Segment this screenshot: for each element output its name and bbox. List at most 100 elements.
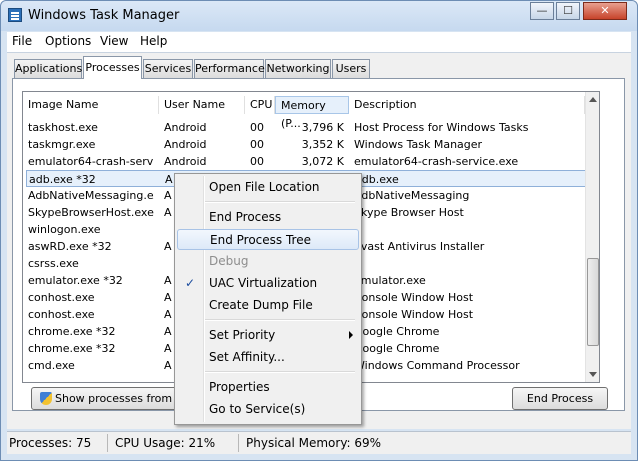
menu-separator xyxy=(205,201,355,203)
menu-item-label: Open File Location xyxy=(209,180,320,194)
cell-image-name: taskmgr.exe xyxy=(28,138,96,151)
menu-file[interactable]: File xyxy=(12,34,32,48)
cell-memory: 3,072 K xyxy=(301,155,344,168)
menu-item-label: Properties xyxy=(209,380,270,394)
cell-user-name: Android xyxy=(164,121,207,134)
menu-item-label: Set Affinity... xyxy=(209,350,285,364)
cell-image-name: adb.exe *32 xyxy=(29,173,96,186)
cell-description: adb.exe xyxy=(355,173,399,186)
cell-image-name: SkypeBrowserHost.exe... xyxy=(28,206,154,219)
menu-separator xyxy=(205,371,355,373)
cell-image-name: emulator64-crash-servi... xyxy=(28,155,154,168)
cell-image-name: chrome.exe *32 xyxy=(28,325,116,338)
context-menu: Open File Location End Process End Proce… xyxy=(174,173,362,425)
status-cpu-usage: CPU Usage: 21% xyxy=(113,434,239,452)
tab-applications[interactable]: Applications xyxy=(14,59,82,78)
cell-cpu: 00 xyxy=(250,121,264,134)
tab-processes[interactable]: Processes xyxy=(83,56,142,79)
menu-item-debug: Debug xyxy=(177,251,359,272)
cell-description: Host Process for Windows Tasks xyxy=(354,121,529,134)
tab-networking[interactable]: Networking xyxy=(265,59,331,78)
column-header-user-name[interactable]: User Name xyxy=(159,96,245,114)
cell-user-name: Android xyxy=(164,138,207,151)
menu-item-create-dump-file[interactable]: Create Dump File xyxy=(177,295,359,316)
cell-image-name: emulator.exe *32 xyxy=(28,274,123,287)
menu-item-label: End Process Tree xyxy=(210,233,311,247)
table-row[interactable]: taskhost.exe Android 00 3,796 K Host Pro… xyxy=(23,119,599,136)
cell-description: emulator.exe xyxy=(354,274,426,287)
uac-shield-icon xyxy=(40,392,52,405)
tab-performance[interactable]: Performance xyxy=(194,59,265,78)
close-button[interactable]: ✕ xyxy=(583,2,627,20)
cell-image-name: cmd.exe xyxy=(28,359,75,372)
menu-item-end-process-tree[interactable]: End Process Tree xyxy=(177,229,359,250)
menu-options[interactable]: Options xyxy=(45,34,91,48)
cell-image-name: AdbNativeMessaging.exe xyxy=(28,189,154,202)
cell-description: Google Chrome xyxy=(354,342,440,355)
minimize-button[interactable]: — xyxy=(530,2,554,20)
status-processes: Processes: 75 xyxy=(7,434,108,452)
show-all-processes-button[interactable]: Show processes from all u xyxy=(31,387,177,410)
cell-description: Skype Browser Host xyxy=(354,206,464,219)
menu-item-label: Set Priority xyxy=(209,328,276,342)
task-manager-app-icon xyxy=(8,8,22,22)
window-title: Windows Task Manager xyxy=(28,8,180,23)
column-header-image-name[interactable]: Image Name xyxy=(23,96,159,114)
menu-item-set-priority[interactable]: Set Priority xyxy=(177,325,359,346)
status-bar: Processes: 75 CPU Usage: 21% Physical Me… xyxy=(7,431,631,454)
table-row[interactable]: taskmgr.exe Android 00 3,352 K Windows T… xyxy=(23,136,599,153)
cell-description: Windows Task Manager xyxy=(354,138,483,151)
cell-image-name: csrss.exe xyxy=(28,257,79,270)
scroll-up-arrow-icon[interactable] xyxy=(589,97,597,102)
scroll-down-arrow-icon[interactable] xyxy=(589,372,597,377)
status-physical-memory: Physical Memory: 69% xyxy=(246,436,382,450)
checkmark-icon: ✓ xyxy=(185,276,196,290)
menu-item-uac-virtualization[interactable]: ✓ UAC Virtualization xyxy=(177,273,359,294)
cell-image-name: aswRD.exe *32 xyxy=(28,240,112,253)
scroll-thumb[interactable] xyxy=(587,258,599,346)
cell-image-name: chrome.exe *32 xyxy=(28,342,116,355)
show-all-processes-label: Show processes from all u xyxy=(55,392,176,405)
column-header-description[interactable]: Description xyxy=(349,96,585,114)
cell-image-name: taskhost.exe xyxy=(28,121,98,134)
submenu-arrow-icon xyxy=(349,331,353,339)
maximize-button[interactable]: ☐ xyxy=(556,2,580,20)
table-row[interactable]: emulator64-crash-servi... Android 00 3,0… xyxy=(23,153,599,170)
column-header-cpu[interactable]: CPU xyxy=(245,96,275,114)
menu-item-set-affinity[interactable]: Set Affinity... xyxy=(177,347,359,368)
end-process-button[interactable]: End Process xyxy=(512,387,608,410)
menu-item-label: Create Dump File xyxy=(209,298,313,312)
cell-user-name: Android xyxy=(164,155,207,168)
tab-services[interactable]: Services xyxy=(143,59,193,78)
cell-description: Avast Antivirus Installer xyxy=(354,240,485,253)
cell-description: Console Window Host xyxy=(354,308,474,321)
list-header: Image Name User Name CPU Memory (P... De… xyxy=(23,96,599,130)
column-header-memory[interactable]: Memory (P... xyxy=(275,96,349,130)
title-bar[interactable]: Windows Task Manager — ☐ ✕ xyxy=(1,1,637,31)
cell-cpu: 00 xyxy=(250,155,264,168)
menu-separator xyxy=(205,319,355,321)
cell-memory: 3,796 K xyxy=(301,121,344,134)
menu-item-open-file-location[interactable]: Open File Location xyxy=(177,177,359,198)
cell-description: Windows Command Processor xyxy=(354,359,520,372)
cell-description: AdbNativeMessaging xyxy=(354,189,470,202)
cell-image-name: conhost.exe xyxy=(28,308,95,321)
cell-memory: 3,352 K xyxy=(301,138,344,151)
tab-users[interactable]: Users xyxy=(332,59,370,78)
menu-item-properties[interactable]: Properties xyxy=(177,377,359,398)
menu-item-end-process[interactable]: End Process xyxy=(177,207,359,228)
cell-image-name: conhost.exe xyxy=(28,291,95,304)
menu-item-go-to-services[interactable]: Go to Service(s) xyxy=(177,399,359,420)
cell-image-name: winlogon.exe xyxy=(28,223,101,236)
menu-item-label: Debug xyxy=(209,254,249,268)
menu-item-label: End Process xyxy=(209,210,282,224)
vertical-scrollbar[interactable] xyxy=(585,92,599,382)
menu-bar: File Options View Help xyxy=(7,32,631,53)
menu-item-label: UAC Virtualization xyxy=(209,276,318,290)
cell-cpu: 00 xyxy=(250,138,264,151)
menu-view[interactable]: View xyxy=(100,34,128,48)
cell-description: Console Window Host xyxy=(354,291,474,304)
cell-description: emulator64-crash-service.exe xyxy=(354,155,519,168)
menu-help[interactable]: Help xyxy=(140,34,167,48)
cell-description: Google Chrome xyxy=(354,325,440,338)
